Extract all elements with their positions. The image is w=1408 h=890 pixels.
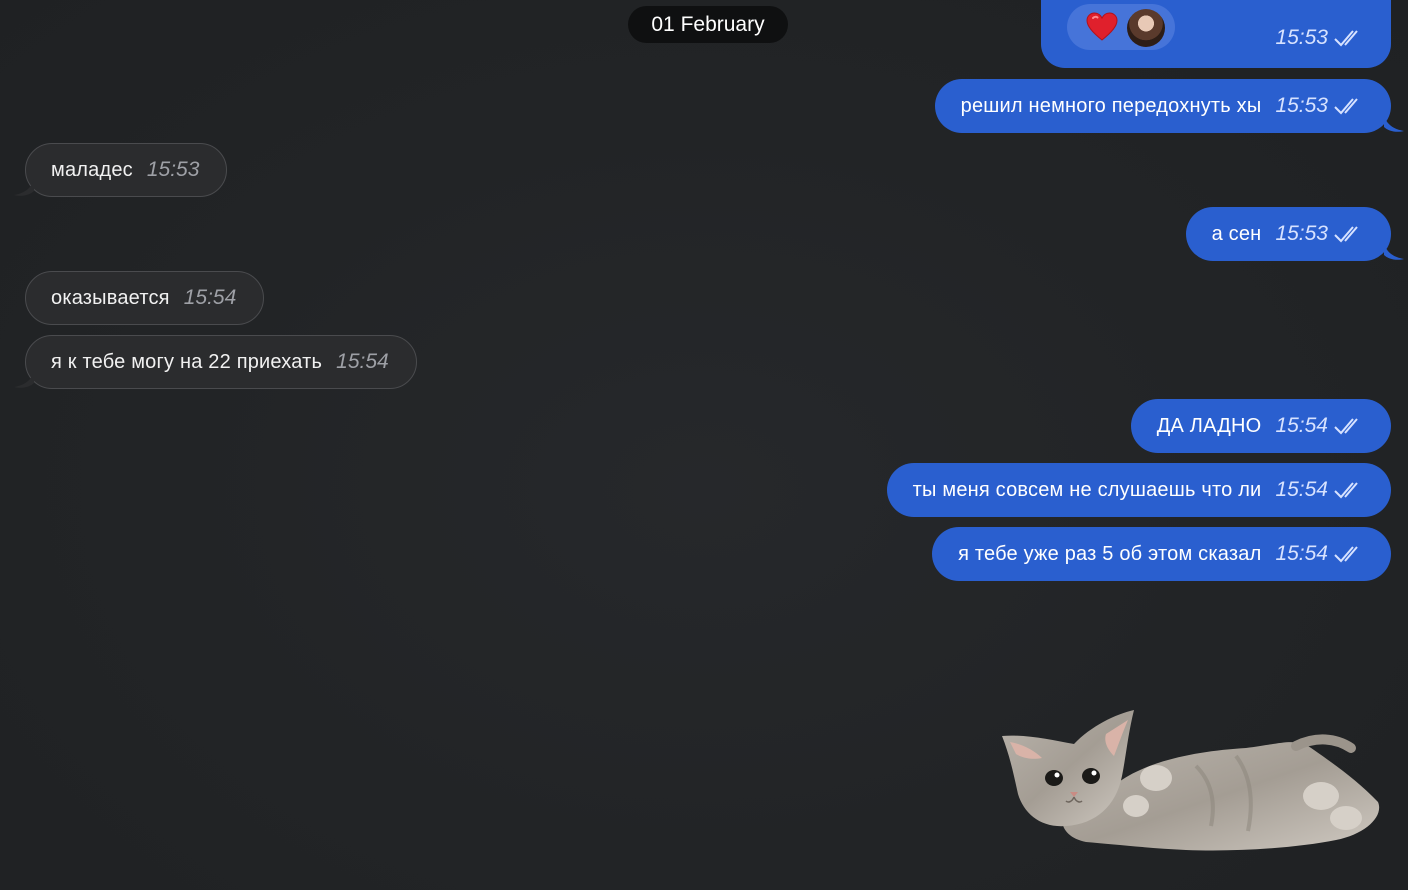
message-time: 15:54 [1275,478,1328,501]
reaction-chip[interactable] [1067,4,1175,50]
double-check-icon [1334,98,1358,115]
message-text: маладес [51,158,133,181]
message-time: 15:53 [1275,94,1328,117]
double-check-icon [1334,482,1358,499]
message-text: я тебе уже раз 5 об этом сказал [958,542,1262,565]
double-check-icon [1334,30,1358,47]
outgoing-message[interactable]: ты меня совсем не слушаешь что ли 15:54 [886,463,1391,517]
message-time: 15:54 [1275,414,1328,437]
chat-area[interactable]: 15:53 01 February решил немного передохн… [0,0,1408,890]
message-time: 15:53 [146,158,200,181]
double-check-icon [1334,418,1358,435]
message-text: оказывается [51,286,170,309]
outgoing-message[interactable]: я тебе уже раз 5 об этом сказал 15:54 [932,527,1391,581]
double-check-icon [1334,546,1358,563]
message-time: 15:54 [1275,542,1328,565]
bubble-tail-icon [14,179,34,196]
message-text: я к тебе могу на 22 приехать [51,350,323,373]
message-text: ты меня совсем не слушаешь что ли [912,478,1262,501]
outgoing-message[interactable]: а сен 15:53 [1185,207,1391,261]
double-check-icon [1334,226,1358,243]
incoming-message[interactable]: маладес 15:53 [25,143,228,197]
message-time: 15:53 [1275,222,1328,245]
outgoing-message[interactable]: решил немного передохнуть хы 15:53 [934,79,1391,133]
kitten-sticker-icon[interactable] [996,706,1386,856]
bubble-tail-icon [1384,115,1404,132]
message-text: ДА ЛАДНО [1156,414,1262,437]
incoming-message[interactable]: оказывается 15:54 [25,271,265,325]
outgoing-message[interactable]: ДА ЛАДНО 15:54 [1130,399,1391,453]
date-separator: 01 February [628,6,788,43]
bubble-tail-icon [1384,243,1404,260]
message-time: 15:54 [336,350,389,373]
incoming-message[interactable]: я к тебе могу на 22 приехать 15:54 [25,335,417,389]
outgoing-message-with-reaction[interactable]: 15:53 [1041,0,1391,68]
message-time: 15:53 [1275,26,1328,49]
bubble-tail-icon [14,371,34,388]
message-text: а сен [1211,222,1262,245]
message-text: решил немного передохнуть хы [960,94,1262,117]
message-time: 15:54 [183,286,237,309]
heart-reaction-icon [1086,12,1118,41]
reactor-avatar [1127,9,1165,47]
